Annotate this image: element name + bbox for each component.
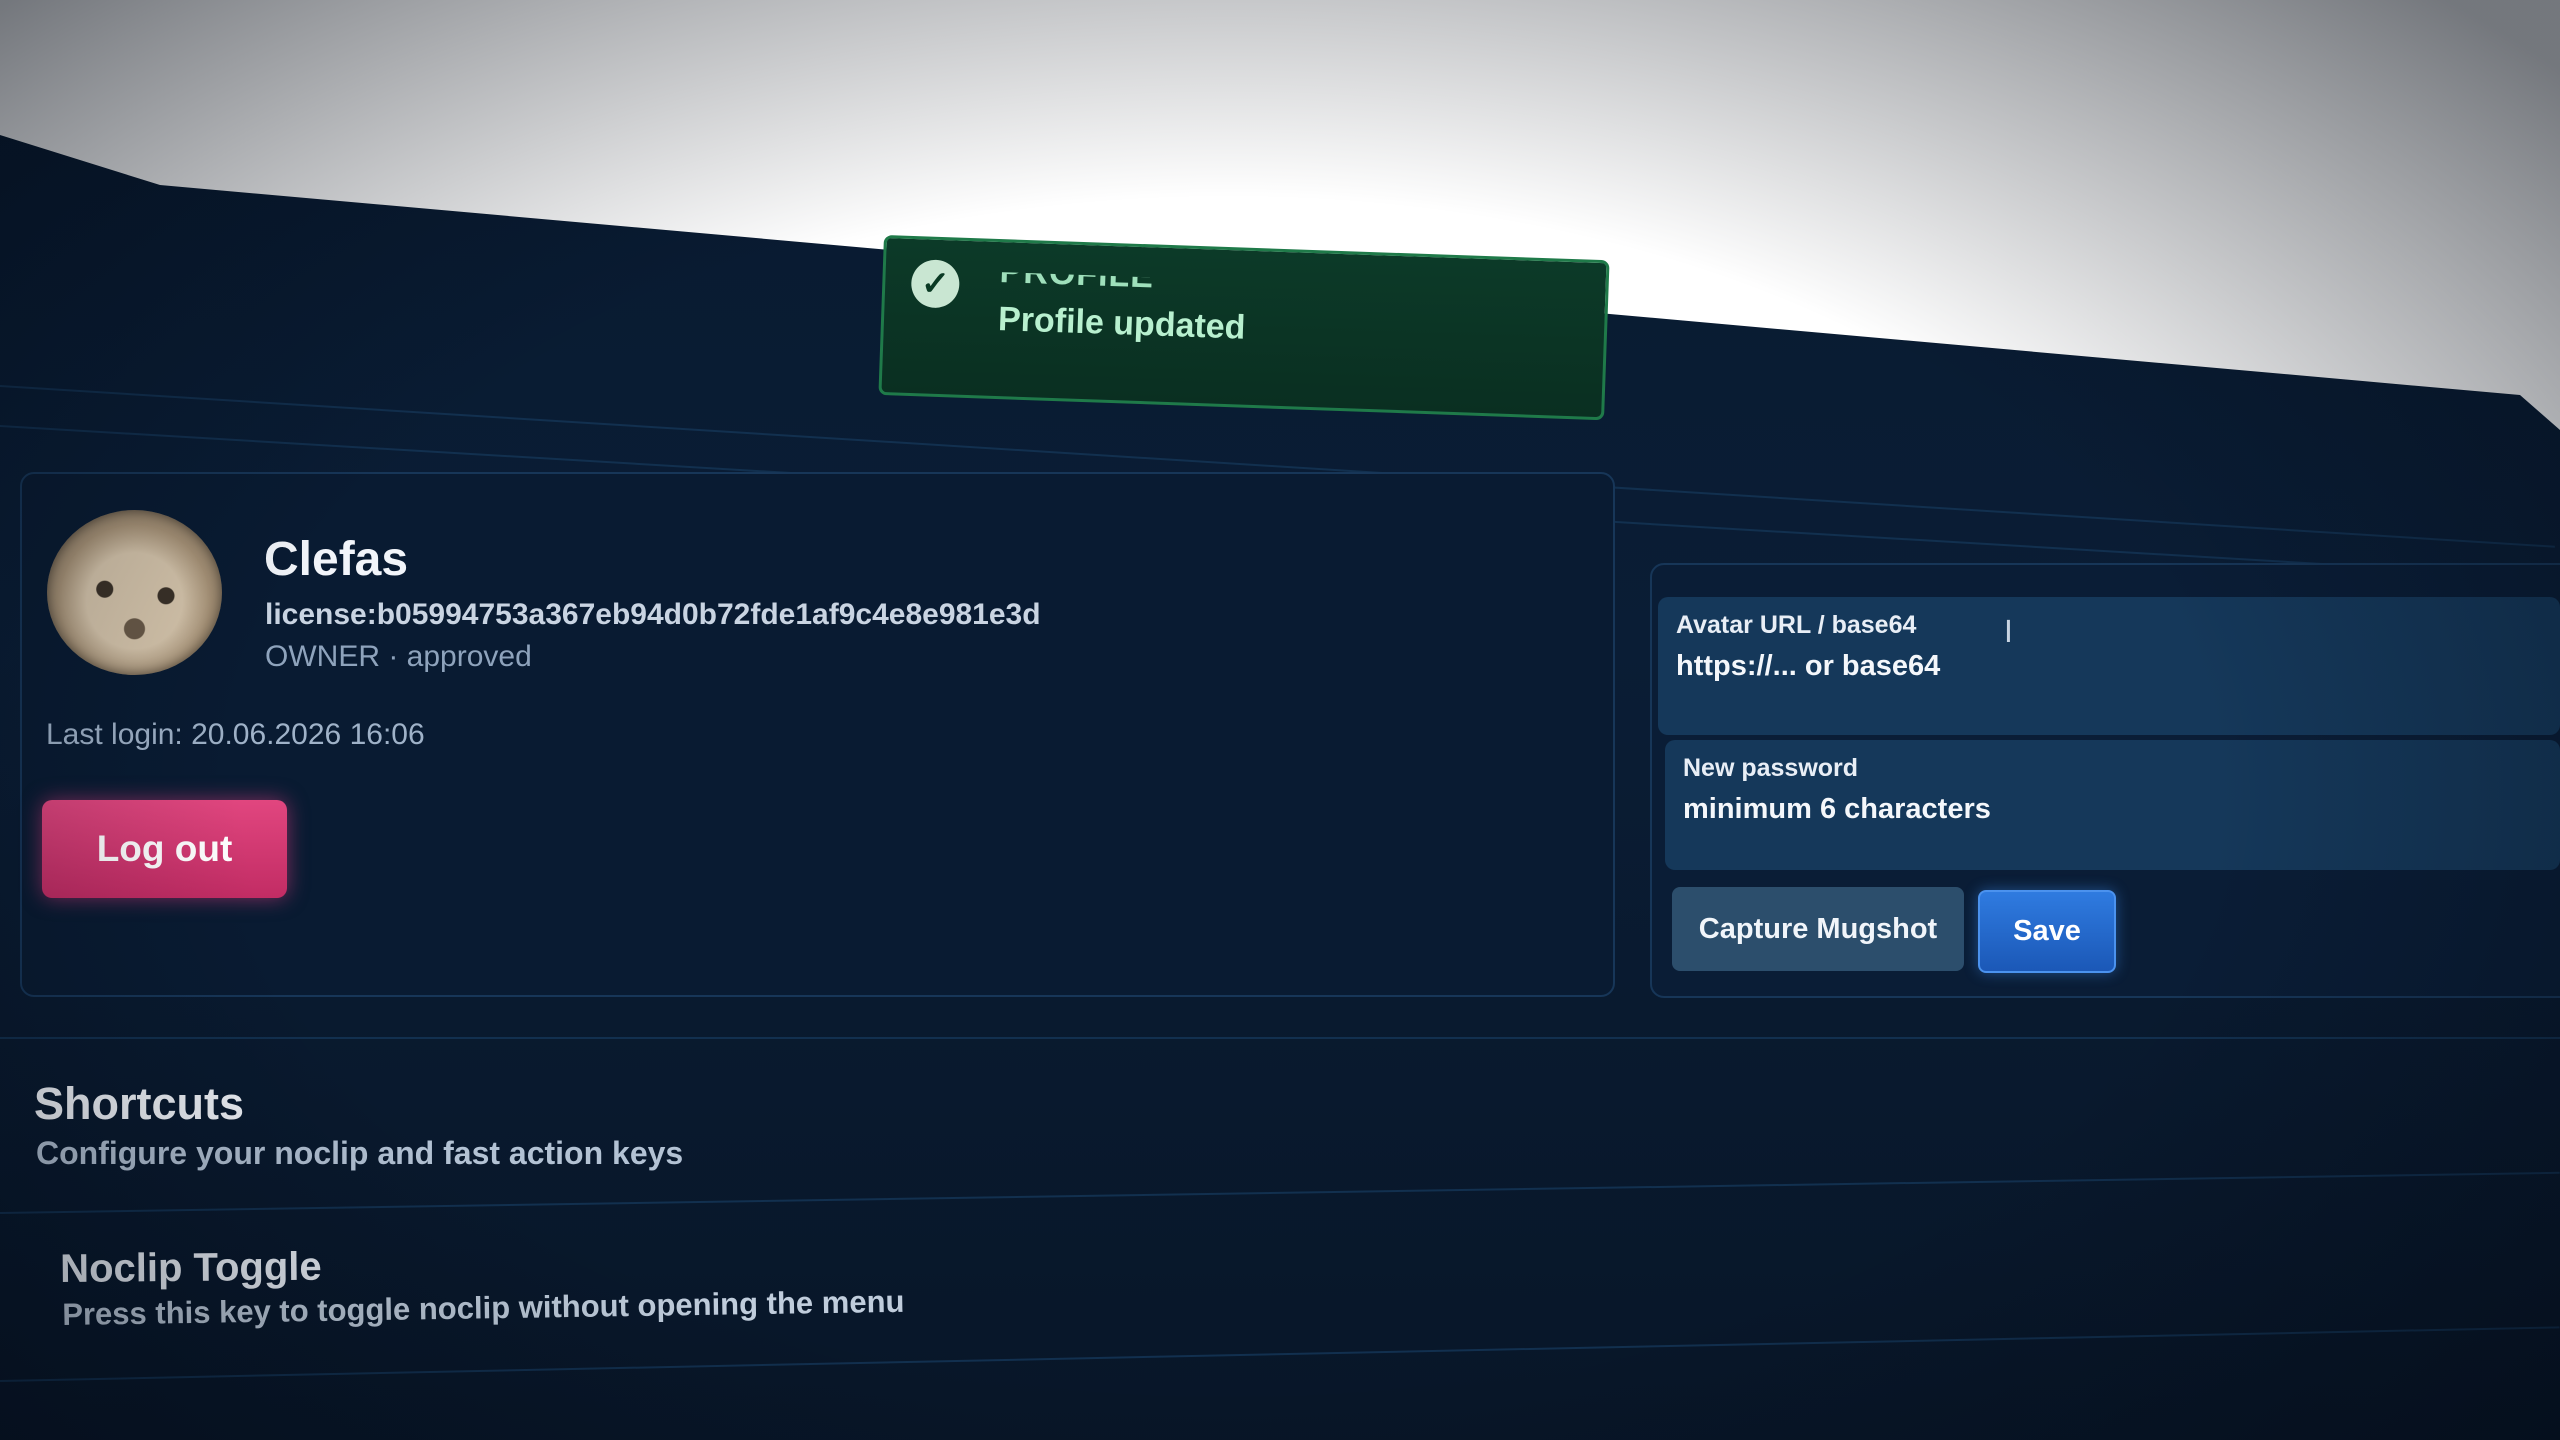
save-button[interactable]: Save [1978,890,2116,973]
logout-button[interactable]: Log out [42,800,287,898]
username: Clefas [264,533,409,586]
last-login: Last login: 20.06.2026 16:06 [46,718,425,751]
avatar-input[interactable] [1676,650,2542,683]
toast-message: Profile updated [997,300,1247,347]
capture-mugshot-button[interactable]: Capture Mugshot [1672,887,1964,971]
avatar [47,510,222,675]
password-field: New password [1665,740,2560,870]
divider [0,1037,2560,1039]
password-input[interactable] [1683,793,2542,826]
avatar-field-label: Avatar URL / base64 [1676,611,1917,639]
check-icon: ✓ [910,258,961,309]
avatar-field: Avatar URL / base64 [1658,597,2560,735]
shortcut-title: Noclip Toggle [60,1244,322,1291]
section-title: Shortcuts [34,1078,245,1129]
toast-title: PROFILE [999,252,1155,296]
toast-notification: ✓ PROFILE Profile updated [878,235,1610,421]
license-id: license:b05994753a367eb94d0b72fde1af9c4e… [265,598,1041,631]
text-cursor-icon: I [2004,615,2013,650]
role-status: OWNER · approved [265,640,532,673]
password-field-label: New password [1683,754,1859,782]
section-subtitle: Configure your noclip and fast action ke… [36,1135,684,1171]
